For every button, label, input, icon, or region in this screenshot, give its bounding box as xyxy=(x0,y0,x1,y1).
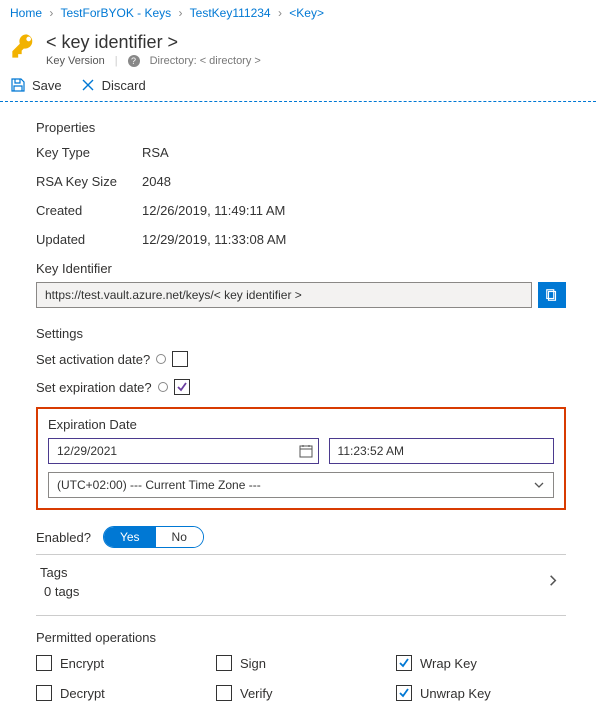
chevron-right-icon: › xyxy=(49,6,53,20)
breadcrumb: Home › TestForBYOK - Keys › TestKey11123… xyxy=(0,0,596,26)
identifier-label: Key Identifier xyxy=(36,261,566,276)
save-button[interactable]: Save xyxy=(10,77,62,93)
operation-label: Decrypt xyxy=(60,686,105,701)
operation-decrypt[interactable]: Decrypt xyxy=(36,685,206,701)
expiration-label: Set expiration date? xyxy=(36,380,152,395)
directory-label: Directory: xyxy=(150,55,197,67)
updated-label: Updated xyxy=(36,232,142,247)
updated-value: 12/29/2019, 11:33:08 AM xyxy=(142,232,286,247)
page-title: < key identifier > xyxy=(46,32,261,53)
expiration-date-heading: Expiration Date xyxy=(48,417,554,432)
enabled-yes-option[interactable]: Yes xyxy=(104,527,156,547)
operation-sign[interactable]: Sign xyxy=(216,655,386,671)
expiration-checkbox[interactable] xyxy=(174,379,190,395)
enabled-label: Enabled? xyxy=(36,530,91,545)
key-type-label: Key Type xyxy=(36,145,142,160)
page-header: < key identifier > Key Version | ? Direc… xyxy=(0,26,596,71)
toolbar: Save Discard xyxy=(0,71,596,101)
key-type-value: RSA xyxy=(142,145,169,160)
key-icon xyxy=(10,32,38,60)
chevron-right-icon xyxy=(546,574,560,591)
tags-count: 0 tags xyxy=(40,584,566,599)
operation-label: Wrap Key xyxy=(420,656,477,671)
operations-grid: Encrypt Sign Wrap Key Decrypt Verify Unwrap K… xyxy=(36,655,566,701)
enabled-no-option[interactable]: No xyxy=(156,527,203,547)
operation-checkbox[interactable] xyxy=(36,655,52,671)
breadcrumb-key[interactable]: TestKey111234 xyxy=(190,6,271,20)
rsa-size-label: RSA Key Size xyxy=(36,174,142,189)
operation-wrap-key[interactable]: Wrap Key xyxy=(396,655,566,671)
breadcrumb-vault[interactable]: TestForBYOK - Keys xyxy=(60,6,171,20)
properties-heading: Properties xyxy=(36,120,566,135)
identifier-input[interactable] xyxy=(36,282,532,308)
info-icon[interactable] xyxy=(156,354,166,364)
operation-label: Unwrap Key xyxy=(420,686,491,701)
activation-checkbox[interactable] xyxy=(172,351,188,367)
subtitle-text: Key Version xyxy=(46,55,105,67)
operation-unwrap-key[interactable]: Unwrap Key xyxy=(396,685,566,701)
breadcrumb-version[interactable]: <Key> xyxy=(289,6,324,20)
operation-checkbox[interactable] xyxy=(396,685,412,701)
operation-label: Verify xyxy=(240,686,273,701)
chevron-right-icon: › xyxy=(179,6,183,20)
operation-checkbox[interactable] xyxy=(216,685,232,701)
help-icon[interactable]: ? xyxy=(128,55,140,67)
settings-heading: Settings xyxy=(36,326,566,341)
operation-label: Encrypt xyxy=(60,656,104,671)
operation-checkbox[interactable] xyxy=(216,655,232,671)
operation-checkbox[interactable] xyxy=(396,655,412,671)
breadcrumb-home[interactable]: Home xyxy=(10,6,42,20)
timezone-value: (UTC+02:00) --- Current Time Zone --- xyxy=(57,478,261,492)
operation-verify[interactable]: Verify xyxy=(216,685,386,701)
enabled-toggle[interactable]: Yes No xyxy=(103,526,204,548)
copy-button[interactable] xyxy=(538,282,566,308)
discard-button[interactable]: Discard xyxy=(80,77,146,93)
chevron-right-icon: › xyxy=(278,6,282,20)
expiration-highlight-box: Expiration Date (UTC+02:00) --- Current … xyxy=(36,407,566,510)
operations-heading: Permitted operations xyxy=(36,630,566,645)
tags-row[interactable]: Tags 0 tags xyxy=(36,555,566,609)
created-label: Created xyxy=(36,203,142,218)
discard-label: Discard xyxy=(102,78,146,93)
tags-heading: Tags xyxy=(40,565,566,580)
rsa-size-value: 2048 xyxy=(142,174,171,189)
operation-checkbox[interactable] xyxy=(36,685,52,701)
save-label: Save xyxy=(32,78,62,93)
timezone-select[interactable]: (UTC+02:00) --- Current Time Zone --- xyxy=(48,472,554,498)
chevron-down-icon xyxy=(533,479,545,491)
expiration-time-input[interactable] xyxy=(329,438,554,464)
expiration-date-input[interactable] xyxy=(48,438,319,464)
operation-label: Sign xyxy=(240,656,266,671)
activation-label: Set activation date? xyxy=(36,352,150,367)
created-value: 12/26/2019, 11:49:11 AM xyxy=(142,203,285,218)
directory-value: < directory > xyxy=(200,55,261,67)
info-icon[interactable] xyxy=(158,382,168,392)
operation-encrypt[interactable]: Encrypt xyxy=(36,655,206,671)
